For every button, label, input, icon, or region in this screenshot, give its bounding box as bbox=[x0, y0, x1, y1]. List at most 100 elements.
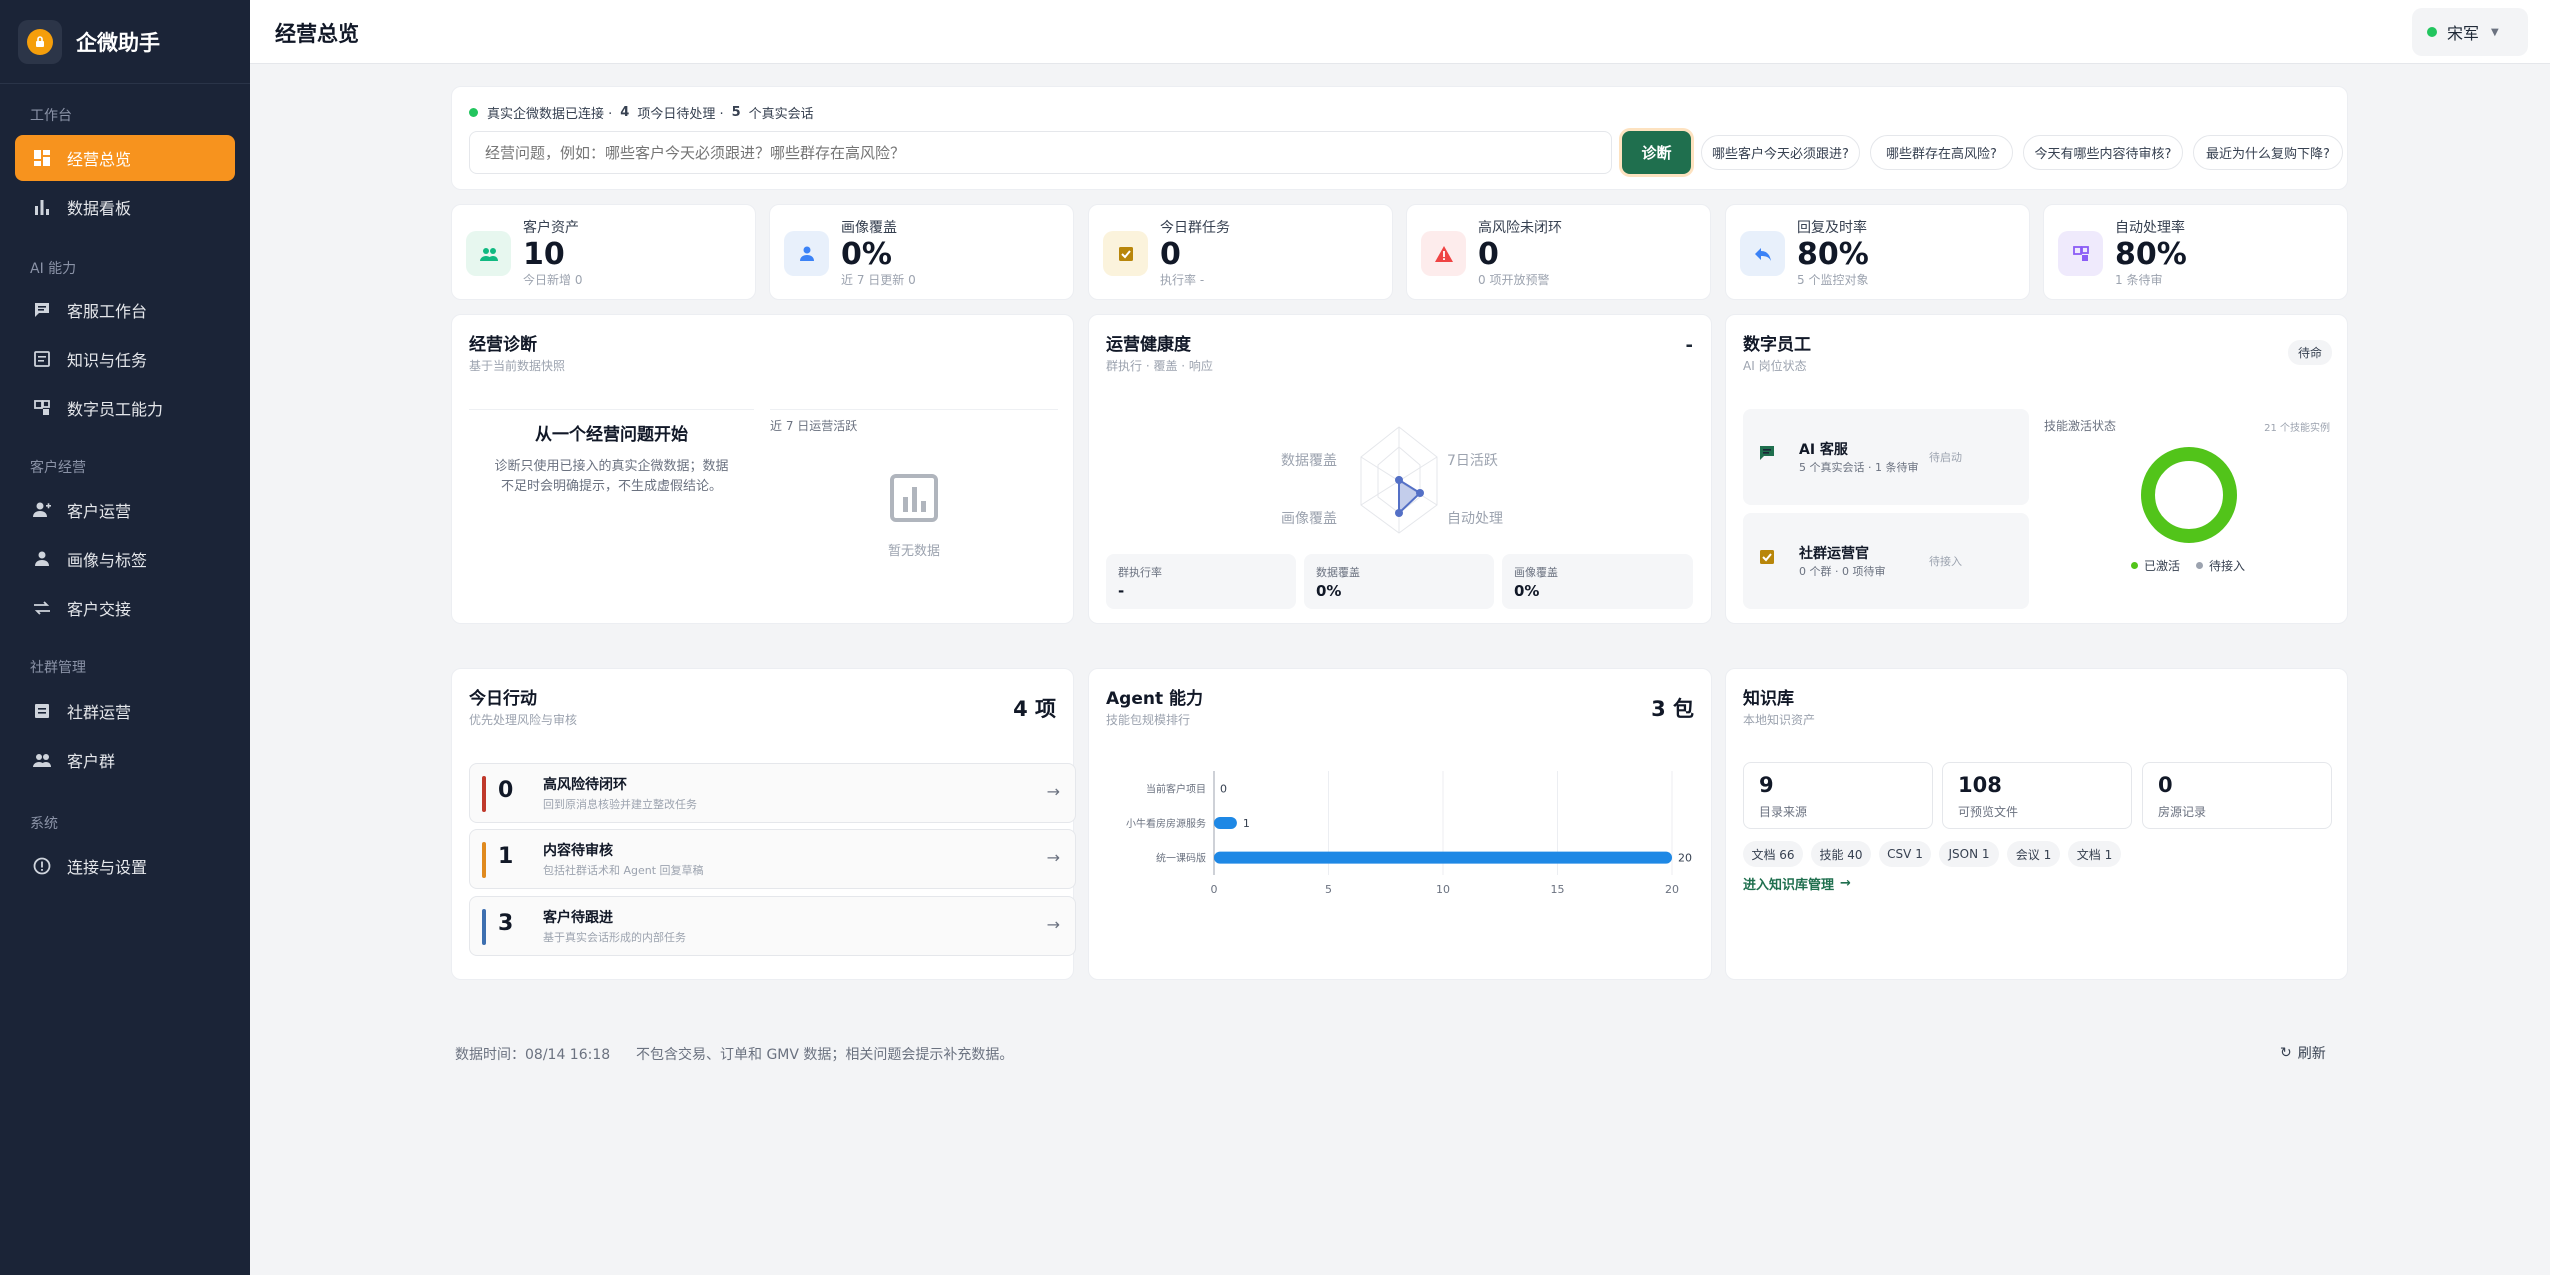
action-count: 1 bbox=[498, 844, 514, 869]
suggestion-chip[interactable]: 今天有哪些内容待审核? bbox=[2023, 135, 2183, 170]
action-title: 内容待审核 bbox=[543, 843, 613, 859]
kpi-card[interactable]: 高风险未闭环 0 0 项开放预警 bbox=[1406, 204, 1711, 300]
nav-group-label: 工作台 bbox=[30, 108, 72, 124]
data-note: 不包含交易、订单和 GMV 数据；相关问题会提示补充数据。 bbox=[636, 1047, 1014, 1063]
agent-capability-card: Agent 能力 技能包规模排行 3 包 0 5 10 15 20 当前客户项目 0 小牛看房… bbox=[1088, 668, 1712, 980]
agent-status: 待接入 bbox=[1929, 555, 1962, 568]
todo-text: 项今日待处理 · bbox=[637, 107, 724, 122]
action-desc: 回到原消息核验并建立整改任务 bbox=[543, 798, 697, 811]
kb-manage-link[interactable]: 进入知识库管理 → bbox=[1743, 874, 1851, 893]
arrow-right-icon: → bbox=[1046, 848, 1060, 867]
sidebar-item[interactable]: 连接与设置 bbox=[15, 843, 235, 889]
warning-icon bbox=[1421, 231, 1466, 276]
kpi-card[interactable]: 自动处理率 80% 1 条待审 bbox=[2043, 204, 2348, 300]
status-badge: 待命 bbox=[2287, 340, 2332, 365]
action-total: 4 项 bbox=[1013, 697, 1056, 721]
action-row[interactable]: 1 内容待审核 包括社群话术和 Agent 回复草稿 → bbox=[469, 829, 1076, 889]
suggestion-chip[interactable]: 哪些客户今天必须跟进? bbox=[1701, 135, 1860, 170]
kb-stat: 108 可预览文件 bbox=[1942, 762, 2132, 829]
sidebar-item[interactable]: 客户交接 bbox=[15, 585, 235, 631]
today-actions-card: 今日行动 优先处理风险与审核 4 项 0 高风险待闭环 回到原消息核验并建立整改… bbox=[451, 668, 1076, 980]
kpi-value: 0 bbox=[1160, 237, 1181, 272]
kpi-sub: 0 项开放预警 bbox=[1478, 273, 1550, 287]
bar-chart-icon bbox=[31, 196, 53, 218]
no-data-text: 暂无数据 bbox=[887, 544, 940, 559]
agent-item[interactable]: 社群运营官 0 个群 · 0 项待审 待接入 bbox=[1743, 513, 2029, 609]
kb-tag: JSON 1 bbox=[1939, 841, 1999, 867]
sidebar-item-label: 客户交接 bbox=[67, 600, 132, 619]
sidebar-item[interactable]: 数据看板 bbox=[15, 184, 235, 230]
kpi-value: 10 bbox=[523, 237, 565, 272]
sidebar-item[interactable]: 客服工作台 bbox=[15, 287, 235, 333]
question-input[interactable] bbox=[469, 131, 1612, 174]
x-tick-label: 15 bbox=[1551, 883, 1565, 896]
suggestion-chip[interactable]: 哪些群存在高风险? bbox=[1870, 135, 2013, 170]
sidebar-item[interactable]: 客户运营 bbox=[15, 487, 235, 533]
stat-label: 可预览文件 bbox=[1958, 805, 2019, 819]
legend-dot bbox=[2131, 562, 2138, 569]
action-count: 0 bbox=[498, 778, 514, 803]
refresh-button[interactable]: ↻ 刷新 bbox=[2280, 1043, 2326, 1063]
diagnose-button[interactable]: 诊断 bbox=[1622, 131, 1691, 174]
kpi-sub: 1 条待审 bbox=[2115, 273, 2163, 287]
action-row[interactable]: 3 客户待跟进 基于真实会话形成的内部任务 → bbox=[469, 896, 1076, 956]
y-category-label: 当前客户项目 bbox=[1146, 782, 1206, 795]
card-title: 数字员工 bbox=[1743, 335, 1811, 355]
kpi-value: 80% bbox=[2115, 237, 2187, 272]
kb-tag: CSV 1 bbox=[1879, 841, 1931, 867]
metric-label: 数据覆盖 bbox=[1316, 566, 1360, 579]
action-row[interactable]: 0 高风险待闭环 回到原消息核验并建立整改任务 → bbox=[469, 763, 1076, 823]
user-menu[interactable]: 宋军 ▼ bbox=[2412, 8, 2528, 56]
card-subtitle: 优先处理风险与审核 bbox=[469, 713, 578, 727]
kpi-label: 画像覆盖 bbox=[841, 220, 897, 236]
refresh-label: 刷新 bbox=[2297, 1046, 2326, 1062]
y-category-label: 统一课码版 bbox=[1156, 852, 1206, 865]
list-icon bbox=[31, 700, 53, 722]
y-category-label: 小牛看房房源服务 bbox=[1126, 817, 1206, 830]
sidebar-item-label: 知识与任务 bbox=[67, 351, 148, 370]
dashboard-icon bbox=[31, 147, 53, 169]
card-title: 运营健康度 bbox=[1106, 335, 1191, 355]
kpi-card[interactable]: 画像覆盖 0% 近 7 日更新 0 bbox=[769, 204, 1074, 300]
diagnosis-card: 经营诊断 基于当前数据快照 从一个经营问题开始 诊断只使用已接入的真实企微数据；… bbox=[451, 314, 1074, 624]
sidebar-item[interactable]: 经营总览 bbox=[15, 135, 235, 181]
online-status-dot bbox=[2427, 27, 2437, 37]
sidebar-item[interactable]: 社群运营 bbox=[15, 688, 235, 734]
suggestion-chip[interactable]: 最近为什么复购下降? bbox=[2193, 135, 2343, 170]
kpi-card[interactable]: 今日群任务 0 执行率 - bbox=[1088, 204, 1393, 300]
bar-value-label: 1 bbox=[1243, 817, 1250, 830]
digital-staff-card: 数字员工 AI 岗位状态 待命 AI 客服 5 个真实会话 · 1 条待审 待启… bbox=[1725, 314, 2348, 624]
refresh-icon: ↻ bbox=[2280, 1045, 2292, 1061]
robot-icon bbox=[31, 397, 53, 419]
sidebar-item[interactable]: 客户群 bbox=[15, 737, 235, 783]
agent-name: 社群运营官 bbox=[1799, 546, 1869, 562]
sidebar-item-label: 客户运营 bbox=[67, 502, 132, 521]
agent-item[interactable]: AI 客服 5 个真实会话 · 1 条待审 待启动 bbox=[1743, 409, 2029, 505]
kpi-sub: 执行率 - bbox=[1160, 273, 1205, 287]
sidebar-item[interactable]: 画像与标签 bbox=[15, 536, 235, 582]
kb-tag: 会议 1 bbox=[2007, 841, 2060, 867]
card-subtitle: 群执行 · 覆盖 · 响应 bbox=[1106, 359, 1213, 373]
agent-desc: 5 个真实会话 · 1 条待审 bbox=[1799, 461, 1919, 474]
data-time: 数据时间：08/14 16:18 bbox=[455, 1047, 611, 1063]
sidebar-item[interactable]: 知识与任务 bbox=[15, 336, 235, 382]
stat-value: 9 bbox=[1759, 773, 1774, 797]
link-label: 进入知识库管理 bbox=[1743, 878, 1835, 893]
kpi-label: 高风险未闭环 bbox=[1478, 220, 1562, 236]
kpi-label: 客户资产 bbox=[523, 220, 579, 236]
arrow-right-icon: → bbox=[1046, 915, 1060, 934]
brand-logo bbox=[18, 19, 62, 64]
donut-title: 技能激活状态 bbox=[2044, 419, 2117, 433]
sidebar-item-label: 连接与设置 bbox=[67, 858, 148, 877]
kpi-value: 0 bbox=[1478, 237, 1499, 272]
kpi-value: 0% bbox=[841, 237, 892, 272]
radar-label: 自动处理 bbox=[1447, 511, 1503, 527]
kb-stat: 9 目录来源 bbox=[1743, 762, 1933, 829]
kb-tag: 技能 40 bbox=[1811, 841, 1871, 867]
sidebar-item[interactable]: 数字员工能力 bbox=[15, 385, 235, 431]
knowledge-base-card: 知识库 本地知识资产 9 目录来源 108 可预览文件 0 房源记录 文档 66… bbox=[1725, 668, 2348, 980]
kpi-card[interactable]: 客户资产 10 今日新增 0 bbox=[451, 204, 756, 300]
kpi-card[interactable]: 回复及时率 80% 5 个监控对象 bbox=[1725, 204, 2030, 300]
radar-label: 7日活跃 bbox=[1447, 453, 1498, 469]
sidebar-item-label: 数字员工能力 bbox=[67, 400, 164, 419]
